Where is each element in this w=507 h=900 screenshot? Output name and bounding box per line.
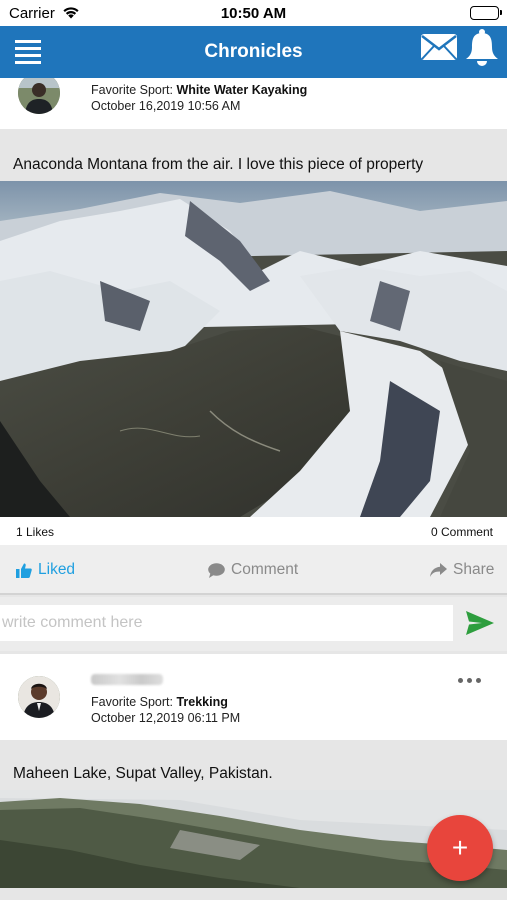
favorite-sport-value: White Water Kayaking <box>176 83 308 97</box>
post-caption: Maheen Lake, Supat Valley, Pakistan. <box>13 765 273 782</box>
clock-time: 10:50 AM <box>220 5 287 22</box>
post-stats: 1 Likes 0 Comment <box>0 517 507 545</box>
favorite-sport: Favorite Sport: White Water Kayaking <box>91 83 307 97</box>
comment-row <box>0 597 507 651</box>
comment-icon <box>208 562 225 578</box>
likes-count[interactable]: 1 Likes <box>16 525 54 539</box>
status-bar: Carrier 10:50 AM <box>0 0 507 26</box>
battery-icon <box>470 6 502 20</box>
post-caption: Anaconda Montana from the air. I love th… <box>13 156 424 173</box>
send-icon[interactable] <box>466 611 494 640</box>
favorite-sport-label: Favorite Sport: <box>91 83 173 97</box>
post-date: October 12,2019 06:11 PM <box>91 711 241 725</box>
favorite-sport-label: Favorite Sport: <box>91 695 173 709</box>
add-post-button[interactable]: + <box>427 815 493 881</box>
favorite-sport-value: Trekking <box>176 695 228 709</box>
post-date: October 16,2019 10:56 AM <box>91 99 241 113</box>
comment-label: Comment <box>231 561 299 578</box>
post-actions: Liked Comment Share <box>0 545 507 595</box>
bell-icon[interactable] <box>464 28 500 71</box>
post-photo[interactable] <box>0 181 507 517</box>
share-label: Share <box>453 561 495 578</box>
feed[interactable]: Favorite Sport: White Water Kayaking Oct… <box>0 78 507 900</box>
liked-button[interactable]: Liked <box>16 561 75 579</box>
post-header: Favorite Sport: White Water Kayaking Oct… <box>0 78 507 129</box>
liked-label: Liked <box>38 561 76 578</box>
avatar[interactable] <box>18 676 60 718</box>
post-header: Favorite Sport: Trekking October 12,2019… <box>0 654 507 740</box>
favorite-sport: Favorite Sport: Trekking <box>91 695 228 709</box>
share-icon <box>430 562 447 577</box>
comments-count[interactable]: 0 Comment <box>431 525 493 539</box>
share-button[interactable]: Share <box>430 561 494 579</box>
more-options-icon[interactable] <box>458 678 481 683</box>
comment-input[interactable] <box>0 605 453 641</box>
nav-bar: Chronicles <box>0 26 507 78</box>
avatar[interactable] <box>18 78 60 114</box>
comment-button[interactable]: Comment <box>208 561 298 579</box>
plus-icon: + <box>451 832 469 863</box>
user-name-blurred <box>91 674 163 685</box>
thumbs-up-icon <box>16 563 32 578</box>
mail-icon[interactable] <box>420 32 458 67</box>
